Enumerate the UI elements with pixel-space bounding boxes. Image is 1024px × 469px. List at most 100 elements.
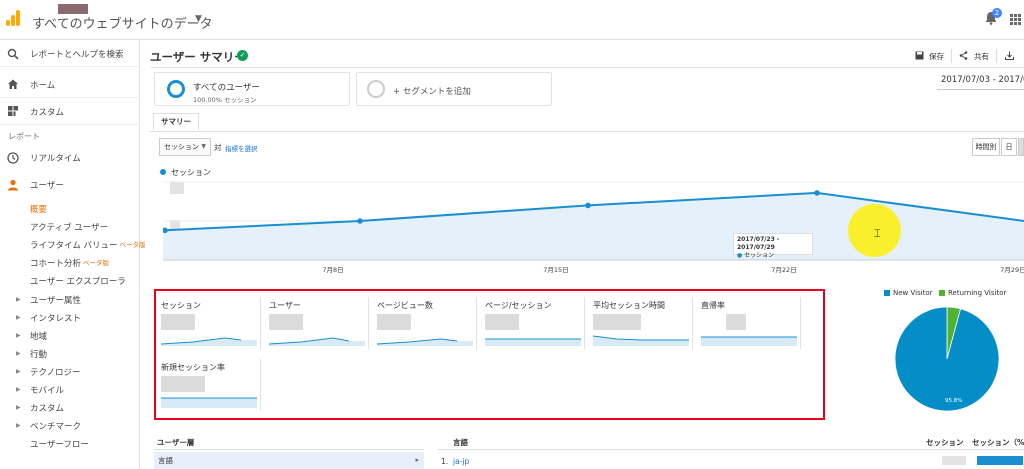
- metric-value-redacted: [593, 314, 641, 330]
- check-icon: ✓: [237, 50, 248, 61]
- expand-triangle-icon[interactable]: ▶: [16, 314, 21, 321]
- metric-select[interactable]: セッション ▼: [159, 138, 211, 156]
- mouse-cursor-icon: ⌶: [874, 227, 881, 240]
- metric-name: 新規セッション率: [161, 363, 225, 372]
- chevron-down-icon: ▼: [201, 143, 206, 150]
- pie-legend-returning: Returning Visitor: [939, 289, 1006, 297]
- granularity-week[interactable]: [1018, 138, 1024, 156]
- sidebar-item-technology[interactable]: テクノロジー: [30, 366, 81, 378]
- sidebar-item-home[interactable]: ホーム: [0, 71, 140, 98]
- metric-value-redacted: [161, 376, 205, 392]
- expand-triangle-icon[interactable]: ▶: [16, 332, 21, 339]
- search-icon: [7, 48, 19, 60]
- sidebar-item-user-flow[interactable]: ユーザーフロー: [30, 438, 89, 450]
- date-range-picker[interactable]: 2017/07/03 - 2017/0: [941, 75, 1024, 85]
- pick-metric-link[interactable]: 指標を選択: [225, 143, 258, 153]
- metric-name: セッション: [161, 301, 201, 310]
- tab-summary[interactable]: サマリー: [153, 113, 199, 131]
- sessions-pct-column-header[interactable]: セッション（%）: [972, 437, 1024, 448]
- demographics-header: ユーザー層: [157, 438, 195, 447]
- data-point[interactable]: [814, 190, 820, 196]
- chevron-down-icon[interactable]: ▼: [195, 14, 202, 24]
- sparkline: [269, 337, 365, 346]
- sidebar-item-behavior[interactable]: 行動: [30, 348, 47, 360]
- sidebar-item-cohort[interactable]: コホート分析 ベータ版: [30, 257, 109, 269]
- pie-legend-new-label: New Visitor: [893, 289, 933, 297]
- home-icon: [8, 79, 18, 89]
- sidebar-search[interactable]: レポートとヘルプを検索: [0, 40, 140, 67]
- table-row-number: 1.: [441, 457, 449, 466]
- sidebar-item-mobile[interactable]: モバイル: [30, 384, 64, 396]
- sparkline: [593, 335, 689, 346]
- home-label: ホーム: [30, 81, 56, 91]
- sparkline: [161, 397, 257, 408]
- sidebar-item-interests[interactable]: インタレスト: [30, 312, 81, 324]
- share-button[interactable]: 共有: [974, 51, 989, 62]
- expand-triangle-icon[interactable]: ▶: [16, 386, 21, 393]
- sidebar-item-custom[interactable]: カスタム: [0, 98, 140, 125]
- x-tick-label: 7月8日: [322, 266, 343, 274]
- metric-value-redacted: [485, 314, 519, 330]
- metric-card-bounce-rate[interactable]: 直帰率: [698, 297, 801, 349]
- granularity-day[interactable]: 日: [1001, 138, 1017, 156]
- legend-dot: [160, 169, 166, 175]
- sidebar-item-demographics[interactable]: ユーザー属性: [30, 294, 81, 306]
- search-label: レポートとヘルプを検索: [30, 50, 124, 60]
- sparkline: [161, 337, 257, 346]
- sidebar-item-realtime[interactable]: リアルタイム: [0, 148, 140, 168]
- metric-card-pages-per-session[interactable]: ページ/セッション: [482, 297, 585, 349]
- metric-name: ページビュー数: [377, 301, 433, 310]
- expand-triangle-icon[interactable]: ▶: [16, 296, 21, 303]
- save-button[interactable]: 保存: [929, 51, 944, 62]
- dimension-language[interactable]: 言語 ▸: [154, 452, 424, 469]
- add-segment-button[interactable]: + セグメントを追加: [356, 72, 552, 106]
- sidebar-item-benchmark[interactable]: ベンチマーク: [30, 420, 81, 432]
- granularity-hourly[interactable]: 時間別: [972, 138, 1000, 156]
- data-point[interactable]: [357, 218, 363, 224]
- reports-section-heading: レポート: [8, 132, 40, 141]
- apps-grid-icon[interactable]: [1010, 14, 1021, 25]
- notification-badge: 2: [992, 8, 1002, 18]
- metric-card-sessions[interactable]: セッション: [158, 297, 261, 349]
- main-content: ユーザー サマリー ✓ 保存 共有 すべてのユーザー 100.00% セッション…: [141, 40, 1024, 469]
- sidebar-item-users[interactable]: ユーザー: [0, 175, 140, 195]
- sidebar-item-active-users[interactable]: アクティブ ユーザー: [30, 221, 108, 233]
- realtime-label: リアルタイム: [30, 154, 81, 164]
- x-tick-label: 7月15日: [543, 266, 568, 274]
- divider: [438, 449, 1024, 450]
- metric-card-users[interactable]: ユーザー: [266, 297, 369, 349]
- metric-card-new-session-rate[interactable]: 新規セッション率: [158, 359, 261, 411]
- divider: [154, 449, 424, 450]
- sidebar-item-user-explorer[interactable]: ユーザー エクスプローラ: [30, 275, 126, 287]
- sidebar-item-geo[interactable]: 地域: [30, 330, 47, 342]
- pie-slice-new[interactable]: [894, 306, 1000, 412]
- clock-icon: [7, 152, 19, 164]
- sidebar-item-custom-sub[interactable]: カスタム: [30, 402, 64, 414]
- segment-all-users[interactable]: すべてのユーザー 100.00% セッション: [154, 72, 350, 106]
- table-row-language-link[interactable]: ja-jp: [453, 457, 469, 466]
- data-point[interactable]: [585, 202, 591, 209]
- expand-triangle-icon[interactable]: ▶: [16, 368, 21, 375]
- sidebar-item-lifetime-value[interactable]: ライフタイム バリュー ベータ版: [30, 239, 146, 251]
- metric-name: ユーザー: [269, 301, 301, 310]
- visitor-pie-chart[interactable]: [894, 306, 1000, 412]
- dashboard-icon: [8, 106, 18, 116]
- metric-value-redacted: [726, 314, 746, 330]
- export-icon[interactable]: [1005, 51, 1014, 60]
- save-icon[interactable]: [915, 51, 924, 60]
- analytics-logo[interactable]: [6, 10, 20, 26]
- property-selector[interactable]: すべてのウェブサイトのデータ: [32, 13, 213, 32]
- tooltip-metric-row: ● セッション: [737, 252, 775, 259]
- metric-card-avg-session-duration[interactable]: 平均セッション時間: [590, 297, 693, 349]
- expand-triangle-icon[interactable]: ▶: [16, 350, 21, 357]
- pie-legend-new: New Visitor: [884, 289, 933, 297]
- divider: [150, 131, 1024, 132]
- expand-triangle-icon[interactable]: ▶: [16, 404, 21, 411]
- divider: [951, 49, 952, 63]
- metrics-highlight-box: セッション ユーザー ページビュー数 ページ/セッション 平均セッション時間 直…: [154, 289, 825, 420]
- metric-card-pageviews[interactable]: ページビュー数: [374, 297, 477, 349]
- share-icon[interactable]: [959, 51, 968, 60]
- sidebar-item-overview[interactable]: 概要: [30, 203, 47, 215]
- sessions-column-header[interactable]: セッション: [926, 437, 964, 448]
- expand-triangle-icon[interactable]: ▶: [16, 422, 21, 429]
